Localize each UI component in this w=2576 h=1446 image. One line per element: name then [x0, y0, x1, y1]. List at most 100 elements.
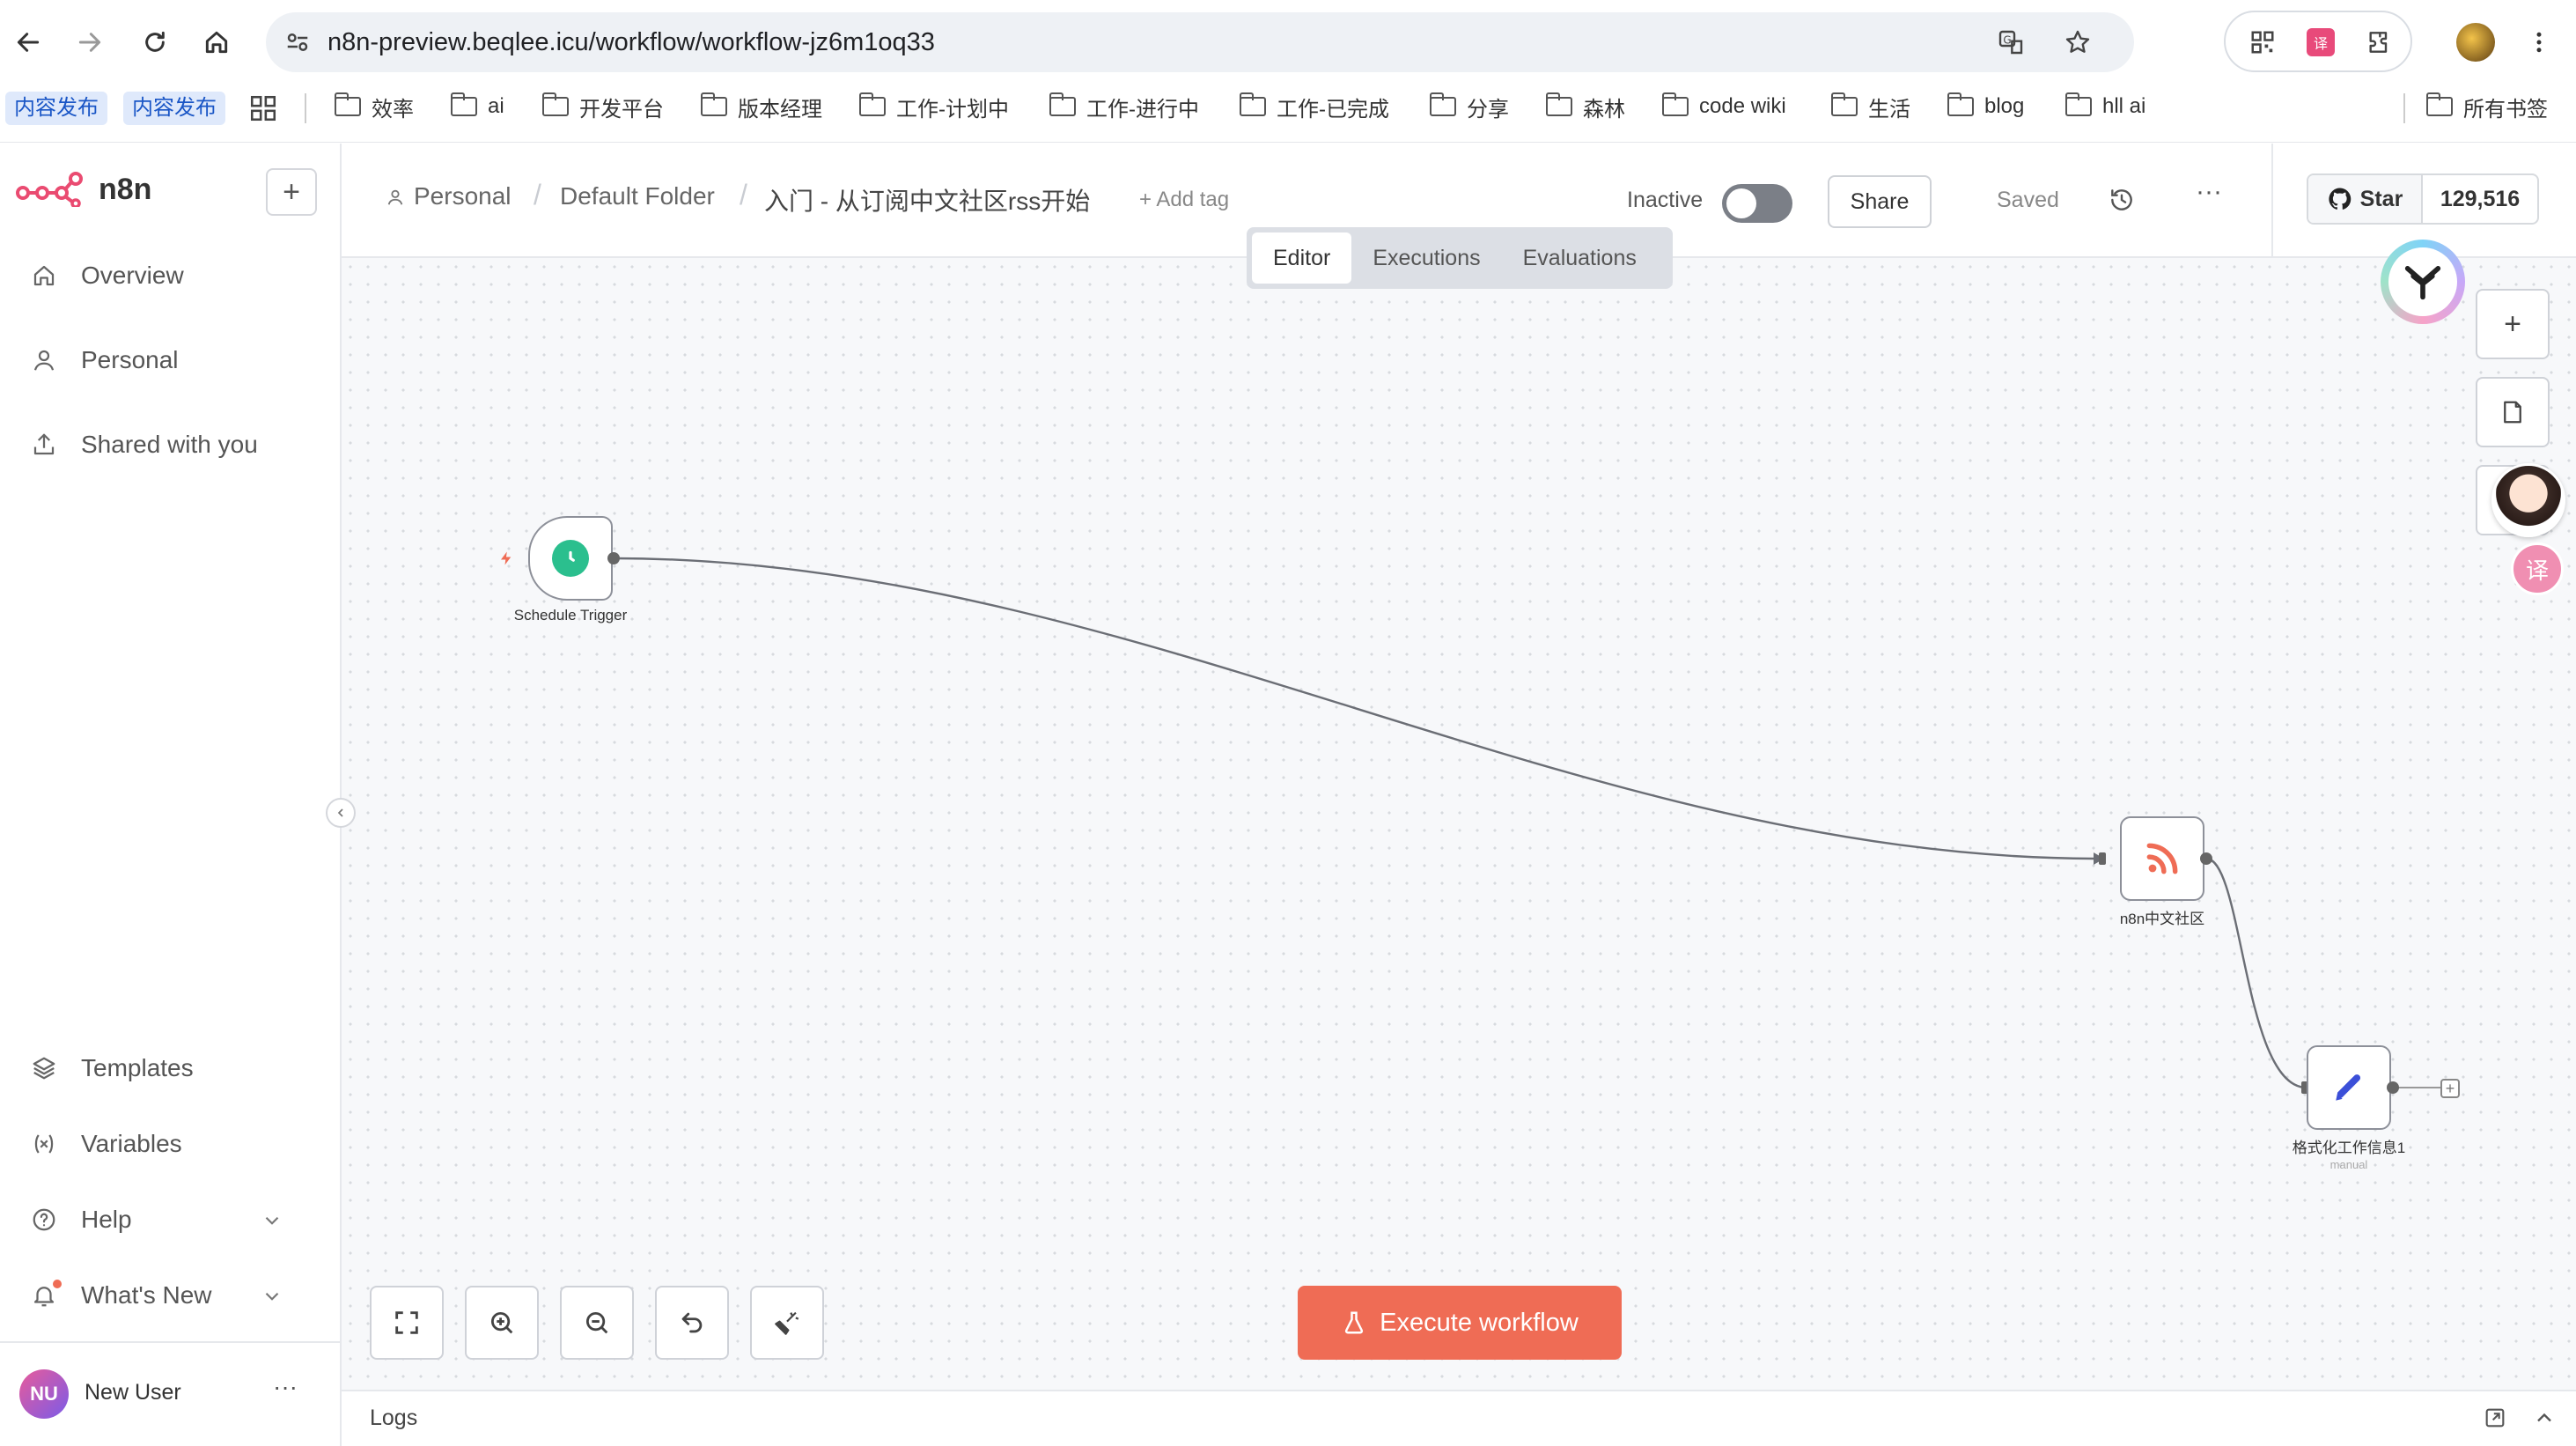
fit-view-button[interactable] — [370, 1286, 444, 1360]
undo-icon — [681, 1312, 703, 1333]
sidebar-item-variables[interactable]: Variables — [26, 1118, 182, 1170]
logs-panel-bar[interactable]: Logs — [342, 1390, 2576, 1446]
collapse-sidebar-button[interactable] — [326, 798, 356, 828]
sidebar-item-whats-new[interactable]: What's New — [26, 1269, 291, 1322]
bookmark-folder[interactable]: 森林 — [1545, 86, 1625, 127]
chevron-down-icon[interactable] — [261, 1209, 283, 1236]
note-icon — [2504, 401, 2521, 424]
assistant-avatar[interactable] — [2491, 463, 2565, 537]
breadcrumb-folder[interactable]: Default Folder — [560, 182, 715, 210]
url-text: n8n-preview.beqlee.icu/workflow/workflow… — [328, 28, 935, 56]
tab-executions[interactable]: Executions — [1351, 232, 1501, 284]
chevron-down-icon[interactable] — [261, 1285, 283, 1312]
history-icon[interactable] — [2108, 186, 2136, 218]
zoom-out-button[interactable] — [560, 1286, 634, 1360]
apps-grid-icon[interactable] — [248, 93, 278, 123]
undo-button[interactable] — [655, 1286, 729, 1360]
address-bar[interactable]: n8n-preview.beqlee.icu/workflow/workflow… — [266, 12, 2134, 72]
chevron-up-icon[interactable] — [2532, 1405, 2557, 1435]
bookmark-folder[interactable]: 工作-已完成 — [1239, 86, 1389, 127]
node-output-handle[interactable] — [607, 552, 620, 564]
sidebar-item-personal[interactable]: Personal — [26, 334, 179, 387]
bookmark-folder[interactable]: 工作-进行中 — [1049, 86, 1199, 127]
share-button[interactable]: Share — [1828, 175, 1932, 228]
active-toggle[interactable] — [1722, 184, 1792, 223]
node-output-handle[interactable] — [2387, 1081, 2399, 1094]
bookmark-folder[interactable]: 开发平台 — [541, 86, 664, 127]
browser-toolbar: n8n-preview.beqlee.icu/workflow/workflow… — [0, 0, 2576, 85]
bookmark-folder[interactable]: 版本经理 — [700, 86, 822, 127]
create-new-button[interactable]: + — [266, 168, 317, 216]
variables-icon — [26, 1126, 62, 1162]
n8n-logo-icon — [16, 172, 83, 207]
workflow-more-button[interactable]: ··· — [2196, 177, 2222, 207]
breadcrumb-separator: / — [534, 179, 541, 210]
all-bookmarks-folder[interactable]: 所有书签 — [2425, 86, 2548, 127]
sidebar: n8n + Overview Personal Shared with you … — [0, 144, 342, 1446]
bell-icon — [26, 1278, 62, 1313]
add-tag-button[interactable]: + Add tag — [1139, 188, 1229, 212]
workflow-name[interactable]: 入门 - 从订阅中文社区rss开始 — [764, 182, 1090, 218]
avatar: NU — [19, 1369, 69, 1419]
user-menu[interactable]: NU New User ··· — [0, 1341, 340, 1446]
node-schedule-trigger[interactable] — [528, 516, 613, 601]
sidebar-item-help[interactable]: Help — [26, 1193, 291, 1246]
tab-editor[interactable]: Editor — [1252, 232, 1352, 284]
bookmark-folder[interactable]: blog — [1947, 86, 2024, 127]
connection-trigger-to-rss[interactable] — [613, 557, 2094, 860]
qr-code-icon[interactable] — [2243, 23, 2282, 62]
bookmark-folder[interactable]: 分享 — [1429, 86, 1509, 127]
bookmark-folder[interactable]: ai — [450, 86, 504, 127]
tab-evaluations[interactable]: Evaluations — [1502, 232, 1658, 284]
github-star-button[interactable]: Star 129,516 — [2307, 173, 2539, 225]
sidebar-item-overview[interactable]: Overview — [26, 249, 184, 302]
bookmark-folder[interactable]: 生活 — [1830, 86, 1910, 127]
site-settings-icon[interactable] — [278, 23, 317, 62]
forward-icon[interactable] — [70, 23, 109, 62]
user-more-button[interactable]: ··· — [273, 1373, 298, 1401]
workflow-canvas[interactable]: Schedule Trigger n8n中文社区 + 格式化工作信息1 manu… — [342, 258, 2576, 1390]
zoom-in-button[interactable] — [465, 1286, 539, 1360]
home-icon[interactable] — [197, 23, 236, 62]
bookmark-chip-1[interactable]: 内容发布 — [5, 92, 107, 125]
bookmark-star-icon[interactable] — [2058, 23, 2097, 62]
profile-avatar[interactable] — [2456, 23, 2495, 62]
bookmark-folder[interactable]: 效率 — [334, 86, 414, 127]
folder-icon — [2064, 92, 2092, 116]
node-output-handle[interactable] — [2200, 852, 2212, 865]
header-divider — [2271, 144, 2273, 256]
breadcrumb-personal[interactable]: Personal — [414, 182, 512, 210]
node-input-handle[interactable] — [2099, 852, 2106, 865]
zoom-in-icon — [490, 1311, 513, 1334]
translate-float-icon[interactable]: 译 — [2511, 542, 2564, 595]
github-star-count: 129,516 — [2440, 186, 2521, 211]
n8n-logo[interactable]: n8n — [16, 172, 151, 207]
pop-out-icon[interactable] — [2483, 1405, 2507, 1435]
bookmark-folder[interactable]: hll ai — [2064, 86, 2145, 127]
translator-extension-icon[interactable]: 译 — [2301, 23, 2340, 62]
bookmark-folder[interactable]: code wiki — [1661, 86, 1786, 127]
node-sublabel: manual — [2329, 1158, 2368, 1171]
reload-icon[interactable] — [136, 23, 174, 62]
templates-icon — [26, 1051, 62, 1086]
node-label: Schedule Trigger — [513, 607, 628, 623]
sidebar-item-templates[interactable]: Templates — [26, 1042, 194, 1095]
node-rss-feed[interactable] — [2120, 816, 2204, 901]
extensions-puzzle-icon[interactable] — [2359, 23, 2398, 62]
add-node-icon[interactable]: + — [2440, 1079, 2460, 1098]
folder-icon — [1545, 92, 1572, 116]
browser-menu-icon[interactable] — [2520, 23, 2558, 62]
bookmark-chip-2[interactable]: 内容发布 — [123, 92, 225, 125]
back-icon[interactable] — [9, 23, 48, 62]
execute-workflow-button[interactable]: Execute workflow — [1298, 1286, 1622, 1360]
tidy-up-button[interactable] — [750, 1286, 824, 1360]
add-node-button[interactable]: + — [2476, 289, 2550, 359]
connection-rss-to-format[interactable] — [2205, 857, 2307, 1089]
translate-icon[interactable]: G — [1991, 23, 2030, 62]
share-icon — [26, 427, 62, 462]
bookmark-folder[interactable]: 工作-计划中 — [858, 86, 1009, 127]
sidebar-item-shared[interactable]: Shared with you — [26, 418, 258, 471]
ai-assistant-button[interactable] — [2381, 240, 2465, 324]
sticky-note-button[interactable] — [2476, 377, 2550, 447]
node-edit-fields[interactable] — [2307, 1045, 2391, 1130]
